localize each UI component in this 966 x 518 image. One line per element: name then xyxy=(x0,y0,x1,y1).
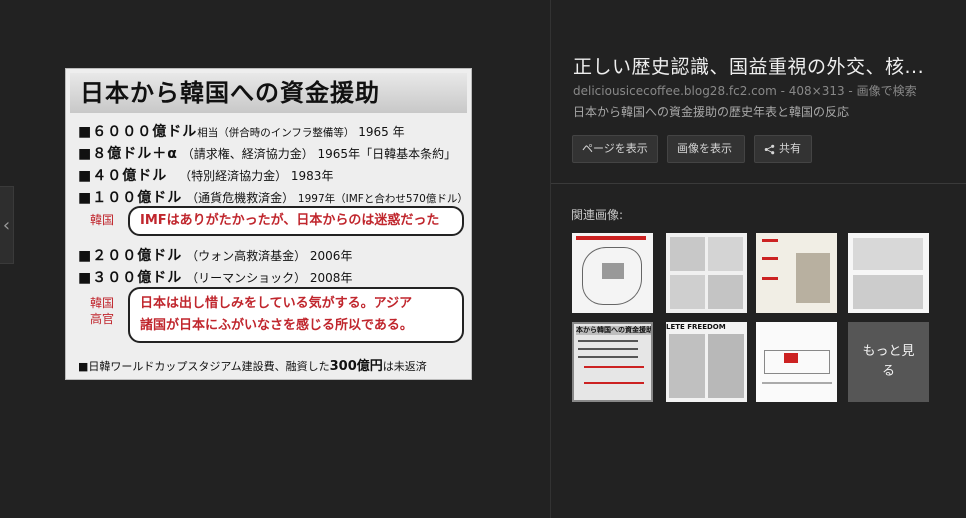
speaker-label: 韓国 高官 xyxy=(90,295,114,327)
related-thumbnail[interactable] xyxy=(756,322,837,402)
related-thumbnail-selected[interactable]: 本から韓国への資金援助 xyxy=(572,322,653,402)
share-button-label: 共有 xyxy=(779,142,801,155)
thumbnail-caption: 本から韓国への資金援助 xyxy=(576,326,651,335)
speaker-label-line: 韓国 xyxy=(90,296,115,310)
footer-text: ■日韓ワールドカップスタジアム建設費、融資した xyxy=(78,360,330,373)
row-note: （特別経済協力金） xyxy=(179,169,288,183)
row-year: 1983年 xyxy=(290,169,334,183)
image-meta: deliciousicecoffee.blog28.fc2.com - 408×… xyxy=(573,84,917,98)
share-icon xyxy=(764,144,775,154)
image-description: 日本から韓国への資金援助の歴史年表と韓国の反応 xyxy=(573,105,850,119)
row-note: （リーマンショック） xyxy=(186,271,307,285)
more-label-line: もっと見 xyxy=(862,344,915,359)
speaker-label: 韓国 xyxy=(90,213,115,227)
row-amount: ■１００億ドル xyxy=(78,190,183,206)
row-year: 2006年 xyxy=(309,249,353,263)
previous-image-button[interactable]: ‹ xyxy=(0,186,14,264)
more-results-label: もっと見 る xyxy=(848,322,929,402)
preview-footer: ■日韓ワールドカップスタジアム建設費、融資した300億円は未返済 xyxy=(78,355,427,374)
preview-row: ■４０億ドル （特別経済協力金） 1983年 xyxy=(78,165,333,185)
view-image-button[interactable]: 画像を表示 xyxy=(667,135,745,163)
row-note: 相当（併合時のインフラ整備等） xyxy=(197,127,355,139)
thumbnail-caption: LETE FREEDOM xyxy=(666,323,726,331)
preview-title: 日本から韓国への資金援助 xyxy=(70,73,467,113)
row-amount: ■６０００億ドル xyxy=(78,124,198,140)
visit-page-button[interactable]: ページを表示 xyxy=(572,135,658,163)
row-year: 1965年「日韓基本条約」 xyxy=(317,147,457,161)
row-amount: ■２００億ドル xyxy=(78,248,183,264)
chevron-left-icon: ‹ xyxy=(2,214,11,236)
page-title[interactable]: 正しい歴史認識、国益重視の外交、核... xyxy=(573,52,924,79)
share-button[interactable]: 共有 xyxy=(754,135,812,163)
footer-amount: 300億円 xyxy=(329,359,383,374)
quote-bubble: IMFはありがたかったが、日本からのは迷惑だった xyxy=(128,206,464,236)
row-note: （請求権、経済協力金） xyxy=(181,147,314,161)
row-year: 1965 年 xyxy=(358,125,405,139)
row-year: 2008年 xyxy=(309,271,353,285)
row-amount: ■８億ドル＋α xyxy=(78,146,178,162)
row-amount: ■３００億ドル xyxy=(78,270,183,286)
divider xyxy=(551,183,966,184)
related-images-label: 関連画像: xyxy=(571,208,624,222)
row-note: （通貨危機救済金） xyxy=(186,191,295,205)
row-year: 1997年（IMFと合わせ570億ドル） xyxy=(297,193,468,205)
related-thumbnail[interactable] xyxy=(572,233,653,313)
image-details-pane: 正しい歴史認識、国益重視の外交、核... deliciousicecoffee.… xyxy=(550,0,966,518)
related-thumbnail[interactable] xyxy=(848,233,929,313)
more-label-line: る xyxy=(881,364,895,379)
image-preview-pane: ‹ 日本から韓国への資金援助 ■６０００億ドル相当（併合時のインフラ整備等） 1… xyxy=(0,0,550,518)
row-amount: ■４０億ドル xyxy=(78,168,168,184)
preview-row: ■８億ドル＋α （請求権、経済協力金） 1965年「日韓基本条約」 xyxy=(78,143,456,163)
related-thumbnail[interactable]: LETE FREEDOM xyxy=(666,322,747,402)
more-results-button[interactable]: もっと見 る xyxy=(848,322,929,402)
preview-row: ■６０００億ドル相当（併合時のインフラ整備等） 1965 年 xyxy=(78,121,405,141)
preview-row: ■３００億ドル （リーマンショック） 2008年 xyxy=(78,267,352,287)
row-note: （ウォン高救済基金） xyxy=(186,249,307,263)
preview-row: ■１００億ドル （通貨危機救済金） 1997年（IMFと合わせ570億ドル） xyxy=(78,187,468,207)
quote-line: 諸国が日本にふがいなさを感じる所以である。 xyxy=(140,318,413,333)
related-thumbnail[interactable] xyxy=(666,233,747,313)
speaker-label-line: 高官 xyxy=(90,312,115,326)
preview-row: ■２００億ドル （ウォン高救済基金） 2006年 xyxy=(78,245,352,265)
quote-line: 日本は出し惜しみをしている気がする。アジア xyxy=(140,296,413,311)
related-thumbnail[interactable] xyxy=(756,233,837,313)
footer-text: は未返済 xyxy=(382,360,427,373)
quote-bubble: 日本は出し惜しみをしている気がする。アジア 諸国が日本にふがいなさを感じる所以で… xyxy=(128,287,464,343)
preview-image[interactable]: 日本から韓国への資金援助 ■６０００億ドル相当（併合時のインフラ整備等） 196… xyxy=(65,68,472,380)
